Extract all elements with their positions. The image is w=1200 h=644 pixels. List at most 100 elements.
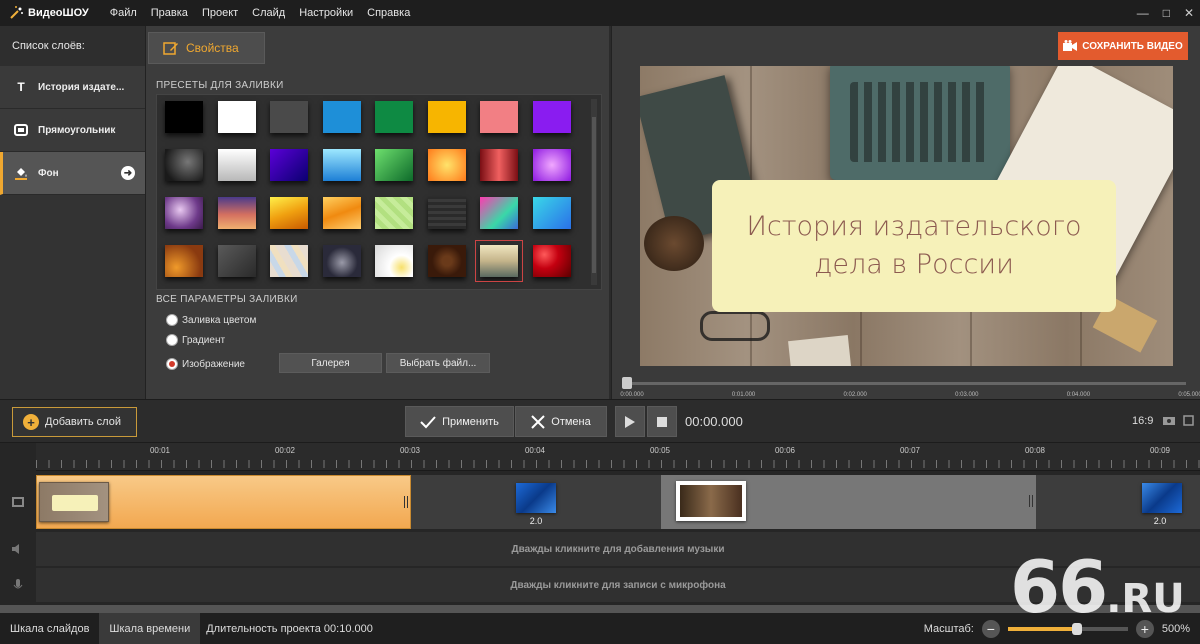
preset-swatch[interactable]: [217, 197, 256, 229]
preset-swatch[interactable]: [532, 245, 571, 277]
preset-swatch[interactable]: [217, 101, 256, 133]
slide-title-card[interactable]: История издательского дела в России: [712, 180, 1116, 312]
cancel-label: Отмена: [551, 415, 591, 428]
ruler-label: 00:02: [274, 446, 296, 455]
scrubber-tick-label: 0:02.000: [843, 392, 867, 398]
preset-swatch[interactable]: [532, 101, 571, 133]
preset-swatch[interactable]: [165, 149, 203, 181]
preset-swatch[interactable]: [270, 149, 308, 181]
preview-scrubber[interactable]: 0:00.000 0:01.000 0:02.000 0:03.000 0:04.000…: [620, 376, 1200, 398]
timeline-ruler[interactable]: 00:01 00:02 00:03 00:04 00:05 00:06 00:07 00:08…: [36, 443, 1200, 471]
arrow-right-icon[interactable]: ➜: [121, 166, 135, 180]
tab-properties[interactable]: Свойства: [148, 32, 265, 64]
fill-bucket-icon: [14, 166, 28, 180]
preset-swatch[interactable]: [322, 197, 361, 229]
radio-button-checked[interactable]: [166, 358, 178, 370]
preset-swatch[interactable]: [427, 197, 466, 229]
choose-file-button[interactable]: Выбрать файл...: [386, 353, 490, 373]
close-icon[interactable]: ✕: [1184, 6, 1194, 20]
preset-swatch[interactable]: [375, 101, 413, 133]
radio-gradient[interactable]: Градиент: [166, 334, 225, 346]
preset-swatch[interactable]: [480, 101, 518, 133]
video-track[interactable]: 2.0 2.0: [36, 475, 1200, 529]
slide-title-line2: дела в России: [814, 249, 1014, 280]
scrubber-tick-label: 0:03.000: [955, 392, 979, 398]
zoom-out-button[interactable]: −: [981, 619, 1000, 638]
preset-swatch[interactable]: [427, 149, 466, 181]
camera-icon[interactable]: [1163, 415, 1175, 427]
radio-label: Изображение: [182, 358, 245, 370]
preset-swatch[interactable]: [217, 245, 256, 277]
transition-thumbnail[interactable]: [1142, 483, 1182, 513]
scrubber-handle[interactable]: [622, 377, 632, 389]
apply-button[interactable]: Применить: [405, 406, 514, 437]
preset-swatch[interactable]: [375, 245, 413, 277]
menu-file[interactable]: Файл: [103, 7, 144, 19]
radio-button[interactable]: [166, 314, 178, 326]
preset-swatch[interactable]: [165, 101, 203, 133]
clip-resize-handle[interactable]: [404, 496, 408, 508]
text-icon: T: [17, 80, 25, 94]
fullscreen-icon[interactable]: [1183, 415, 1195, 427]
plus-icon: +: [23, 414, 39, 430]
stop-button[interactable]: [647, 406, 677, 437]
menu-settings[interactable]: Настройки: [292, 7, 360, 19]
preset-swatch[interactable]: [322, 101, 361, 133]
ruler-label: 00:05: [649, 446, 671, 455]
slide-thumbnail: [676, 481, 746, 521]
slide-title-line1: История издательского: [746, 211, 1082, 243]
menu-edit[interactable]: Правка: [144, 7, 195, 19]
save-video-button[interactable]: СОХРАНИТЬ ВИДЕО: [1058, 32, 1188, 60]
radio-fill-color[interactable]: Заливка цветом: [166, 314, 256, 326]
clip-resize-handle[interactable]: [1029, 495, 1033, 507]
check-icon: [420, 415, 436, 428]
preset-swatch[interactable]: [427, 101, 466, 133]
preset-swatch[interactable]: [322, 149, 361, 181]
menu-slide[interactable]: Слайд: [245, 7, 292, 19]
slide-clip-1[interactable]: [36, 475, 411, 529]
preset-swatch[interactable]: [375, 197, 413, 229]
transition-thumbnail[interactable]: [516, 483, 556, 513]
slide-clip-2[interactable]: [661, 475, 1036, 529]
radio-button[interactable]: [166, 334, 178, 346]
preset-swatch[interactable]: [375, 149, 413, 181]
menu-project[interactable]: Проект: [195, 7, 245, 19]
layer-item-rectangle[interactable]: Прямоугольник: [0, 109, 145, 152]
preset-swatch[interactable]: [270, 245, 308, 277]
preset-swatch[interactable]: [165, 197, 203, 229]
preset-swatch[interactable]: [270, 197, 308, 229]
tab-timeline-scale[interactable]: Шкала времени: [99, 613, 201, 644]
preset-swatch[interactable]: [480, 149, 518, 181]
preset-swatch[interactable]: [475, 240, 523, 282]
preset-swatch[interactable]: [427, 245, 466, 277]
layers-panel: Список слоёв: T История издате... Прямоу…: [0, 26, 146, 399]
radio-label: Градиент: [182, 334, 226, 346]
preset-swatch[interactable]: [532, 149, 571, 181]
play-button[interactable]: [615, 406, 645, 437]
presets-scroll-thumb[interactable]: [592, 117, 596, 273]
action-toolbar: + Добавить слой Применить Отмена 00:00.0…: [0, 399, 1200, 443]
radio-image[interactable]: Изображение: [166, 358, 245, 370]
preset-swatch[interactable]: [217, 149, 256, 181]
main-menu: Файл Правка Проект Слайд Настройки Справ…: [103, 7, 418, 19]
preset-swatch[interactable]: [532, 197, 571, 229]
preset-swatch[interactable]: [270, 101, 308, 133]
preset-swatch[interactable]: [480, 197, 518, 229]
scrubber-tick-label: 0:05.000: [1178, 392, 1200, 398]
layer-item-background[interactable]: Фон ➜: [0, 152, 145, 195]
minimize-icon[interactable]: —: [1137, 6, 1149, 20]
tab-slides-scale[interactable]: Шкала слайдов: [0, 613, 99, 644]
preset-swatch[interactable]: [322, 245, 361, 277]
layer-label: История издате...: [38, 81, 125, 93]
menu-help[interactable]: Справка: [360, 7, 417, 19]
slide-canvas[interactable]: История издательского дела в России: [640, 66, 1173, 366]
gallery-button[interactable]: Галерея: [279, 353, 382, 373]
layer-item-title-text[interactable]: T История издате...: [0, 66, 145, 109]
add-layer-button[interactable]: + Добавить слой: [12, 407, 137, 437]
scrubber-track[interactable]: [628, 382, 1186, 385]
aspect-ratio-button[interactable]: 16:9: [1132, 415, 1153, 427]
apply-label: Применить: [442, 415, 499, 428]
maximize-icon[interactable]: □: [1163, 6, 1170, 20]
cancel-button[interactable]: Отмена: [515, 406, 607, 437]
preset-swatch[interactable]: [165, 245, 203, 277]
